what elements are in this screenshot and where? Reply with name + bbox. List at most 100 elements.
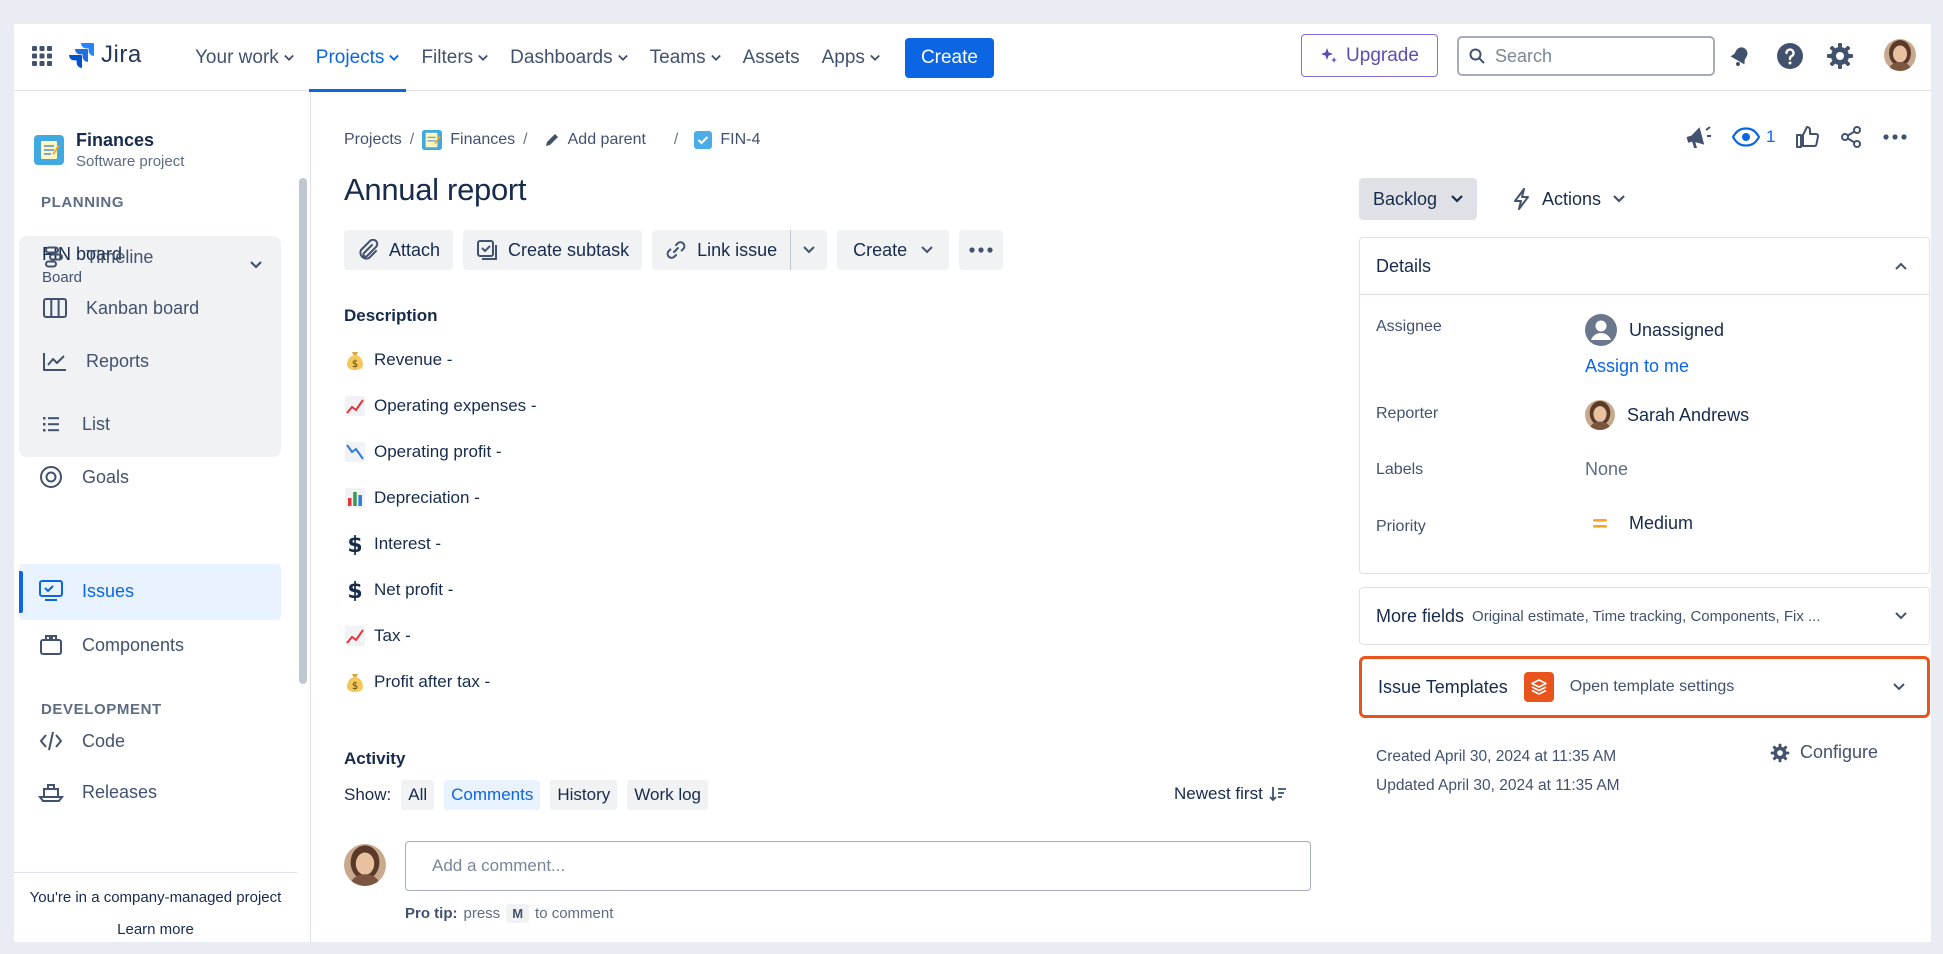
link-icon [666,241,686,259]
reporter-field[interactable]: Sarah Andrews [1585,400,1749,430]
nav-item-apps[interactable]: Apps [811,24,891,91]
breadcrumb-project-label: Finances [450,131,516,148]
details-header[interactable]: Details [1360,238,1929,295]
more-fields-panel[interactable]: More fields Original estimate, Time trac… [1359,587,1930,645]
create-dropdown-button[interactable]: Create [837,230,950,270]
issue-templates-panel[interactable]: Issue Templates Open template settings [1359,656,1930,718]
svg-text:$: $ [347,533,362,555]
actions-dropdown[interactable]: Actions [1514,178,1625,220]
link-issue-dropdown-button[interactable] [790,230,828,270]
chevron-down-icon [803,246,815,254]
activity-filter-history[interactable]: History [550,780,618,810]
labels-value[interactable]: None [1585,459,1628,480]
dollar-sign-icon: $ [344,579,366,601]
activity-filter-all[interactable]: All [401,780,435,810]
sidebar-scrollbar[interactable] [299,178,307,684]
sidebar-item-goals[interactable]: Goals [38,464,129,490]
breadcrumb-project[interactable]: Finances [422,130,515,150]
sort-icon [1269,787,1286,802]
issue-dates: Created April 30, 2024 at 11:35 AM Updat… [1376,742,1620,800]
eye-icon [1732,127,1760,147]
chevron-down-icon[interactable] [249,260,263,270]
jira-logo[interactable]: Jira [69,41,142,69]
description-line-text: Revenue - [374,350,453,369]
add-parent-label: Add parent [567,131,646,148]
nav-item-assets[interactable]: Assets [732,24,811,91]
sidebar-item-list[interactable]: List [38,411,110,437]
details-title: Details [1376,255,1432,276]
open-template-settings-link[interactable]: Open template settings [1570,678,1735,696]
commenter-avatar [344,844,386,886]
thumbs-up-icon[interactable] [1795,125,1820,149]
sidebar-item-releases[interactable]: Releases [38,779,157,805]
sidebar-footer: You're in a company-managed project Lear… [14,872,297,942]
settings-gear-icon[interactable] [1826,42,1854,70]
nav-item-projects[interactable]: Projects [305,24,411,92]
status-dropdown[interactable]: Backlog [1359,178,1478,220]
nav-item-dashboards[interactable]: Dashboards [499,24,638,91]
planning-section-label: PLANNING [41,194,125,211]
description-content[interactable]: $ Revenue - Operating expenses - Operating … [344,337,537,705]
app-switcher-icon[interactable] [31,45,53,67]
help-icon[interactable] [1776,42,1804,70]
description-line-text: Profit after tax - [374,672,491,691]
search-input[interactable] [1495,45,1695,67]
pro-tip-bold: Pro tip: [405,905,458,922]
link-issue-button[interactable]: Link issue [652,230,791,270]
project-header[interactable]: Finances Software project [34,130,184,170]
watch-count: 1 [1766,127,1776,146]
jira-window: Jira Your work Projects Filters Dashboards T… [14,24,1931,942]
nav-item-teams[interactable]: Teams [639,24,732,91]
sidebar-item-issues[interactable]: Issues [38,578,134,604]
chevron-down-icon [283,54,294,61]
attach-button[interactable]: Attach [344,230,454,270]
priority-value: Medium [1629,513,1694,533]
breadcrumb: Projects / Finances / Add parent / FIN-4 [344,130,760,150]
watch-button[interactable]: 1 [1732,127,1775,147]
configure-label: Configure [1800,742,1879,762]
more-actions-button[interactable] [959,230,1004,270]
sidebar-item-label: Reports [86,350,150,371]
nav-item-filters[interactable]: Filters [410,24,499,91]
details-panel: Details Assignee Unassigned Assign to me… [1359,237,1930,574]
upgrade-button[interactable]: Upgrade [1301,34,1438,77]
sidebar-item-timeline[interactable]: Timeline [42,244,153,270]
top-navigation: Jira Your work Projects Filters Dashboards T… [14,24,1931,92]
comment-input[interactable] [432,856,1292,876]
configure-button[interactable]: Configure [1770,742,1878,763]
activity-filter-work-log[interactable]: Work log [627,780,709,810]
create-subtask-button[interactable]: Create subtask [463,230,643,270]
chevron-down-icon [1451,195,1463,203]
search-box[interactable] [1457,36,1715,76]
activity-filter-comments[interactable]: Comments [444,780,541,810]
sidebar-item-code[interactable]: Code [38,728,125,754]
learn-more-link[interactable]: Learn more [14,921,297,938]
svg-text:$: $ [347,579,362,601]
user-avatar[interactable] [1884,39,1916,71]
description-line: $ Net profit - [344,567,537,613]
assign-to-me-link[interactable]: Assign to me [1585,356,1689,377]
issue-title[interactable]: Annual report [344,172,527,208]
notifications-bell-icon[interactable] [1726,42,1754,70]
description-line: Operating expenses - [344,383,537,429]
priority-field[interactable]: Medium [1585,513,1693,534]
assignee-field[interactable]: Unassigned [1585,314,1724,346]
bar-chart-icon [344,487,366,509]
sidebar-item-components[interactable]: Components [38,632,184,658]
sidebar-item-reports[interactable]: Reports [42,348,149,374]
comment-field[interactable] [405,841,1311,891]
breadcrumb-projects[interactable]: Projects [344,131,402,149]
megaphone-icon[interactable] [1684,124,1712,150]
share-icon[interactable] [1839,125,1863,149]
more-fields-title: More fields [1376,605,1465,626]
project-type: Software project [76,153,185,170]
description-line: $ Interest - [344,521,537,567]
sidebar-item-kanban-board[interactable]: Kanban board [42,295,199,321]
more-dots-icon[interactable] [1883,134,1908,140]
add-parent-link[interactable]: Add parent [544,131,646,149]
sort-order-button[interactable]: Newest first [1174,784,1287,804]
nav-item-your-work[interactable]: Your work [184,24,305,91]
create-button[interactable]: Create [904,37,994,78]
issues-icon [38,578,64,604]
issue-key-link[interactable]: FIN-4 [694,131,760,149]
